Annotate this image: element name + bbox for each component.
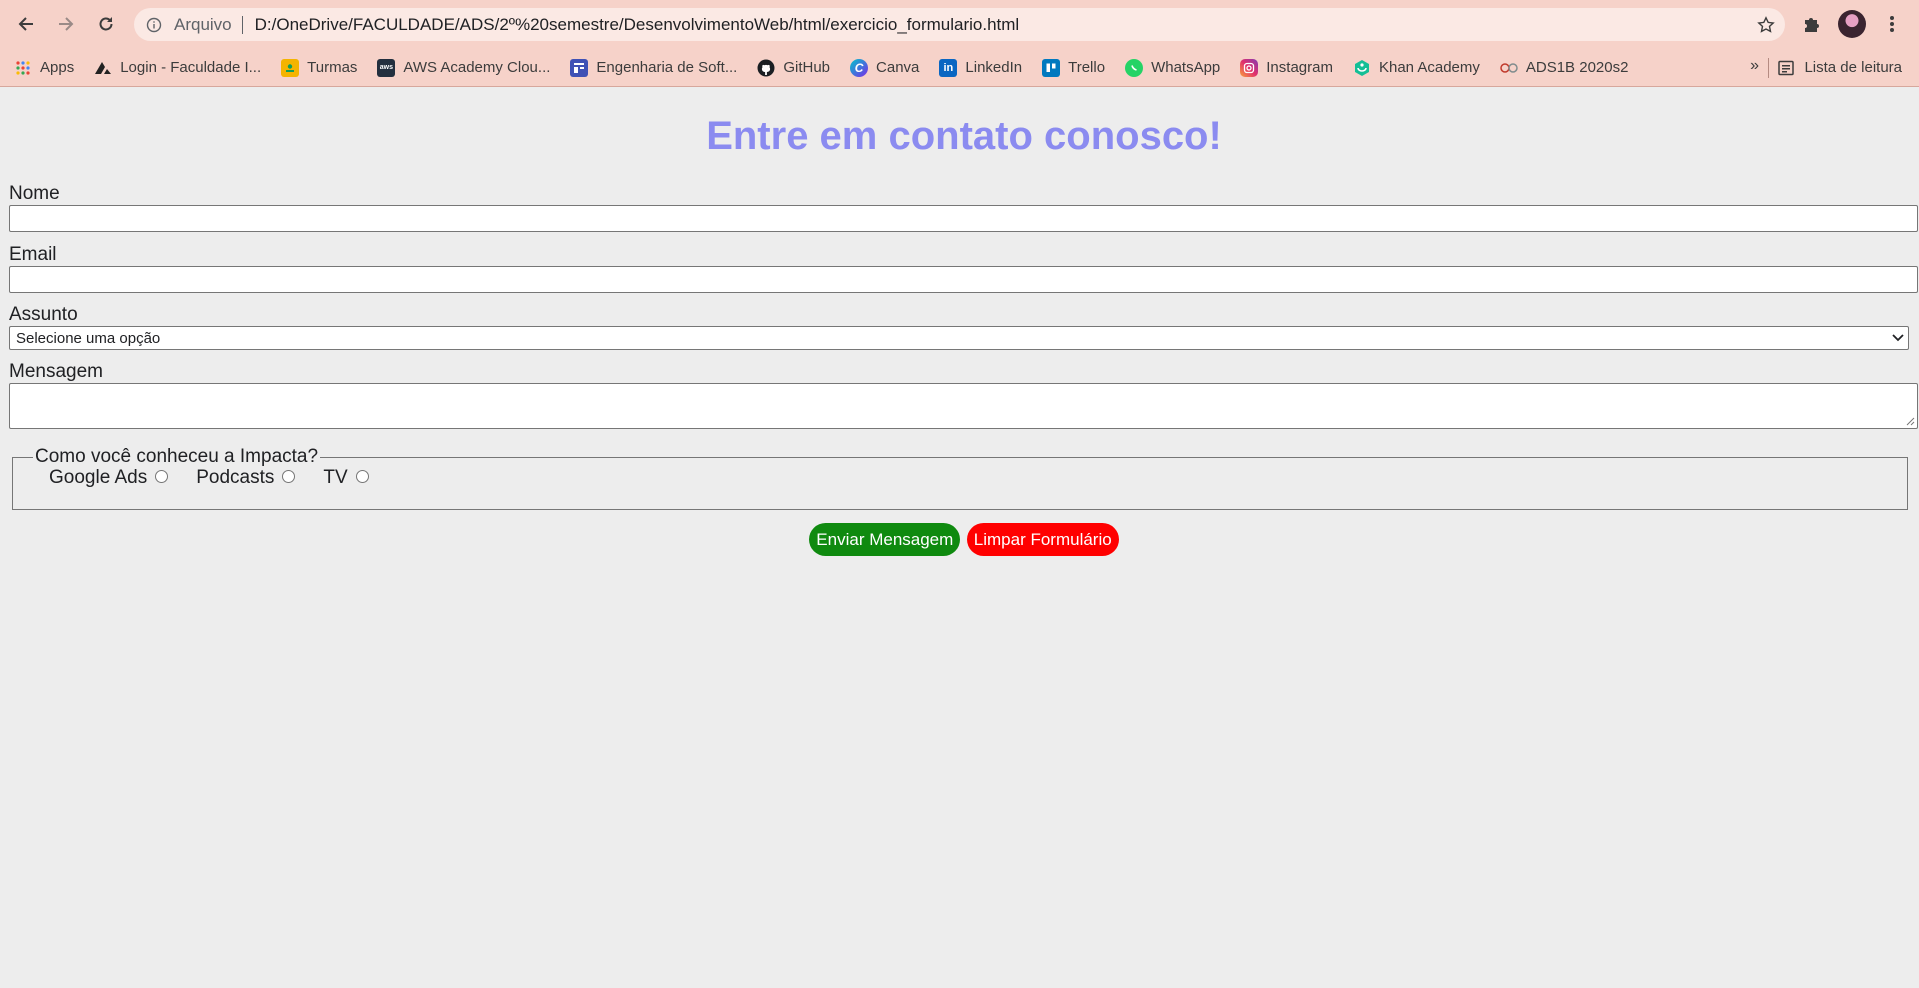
- site-info-label: Arquivo: [174, 14, 232, 34]
- bookmark-login-faculdade[interactable]: Login - Faculdade I...: [94, 59, 261, 77]
- message-textarea[interactable]: [9, 383, 1918, 429]
- more-vertical-icon: [1890, 16, 1894, 32]
- bookmarks-overflow-button[interactable]: »: [1750, 57, 1759, 75]
- forward-arrow-icon: [59, 17, 74, 31]
- subject-select[interactable]: Selecione uma opção: [9, 326, 1909, 350]
- page-title: Entre em contato conosco!: [706, 114, 1222, 158]
- bookmark-label: Canva: [876, 59, 920, 76]
- aws-icon: aws: [377, 58, 396, 77]
- send-message-button[interactable]: Enviar Mensagem: [809, 523, 961, 556]
- bookmark-canva[interactable]: C Canva: [850, 58, 920, 77]
- reload-icon: [99, 17, 113, 31]
- page-content: Entre em contato conosco! Nome Email Ass…: [0, 87, 1919, 556]
- apps-grid-icon: [14, 59, 32, 77]
- email-input[interactable]: [9, 266, 1918, 293]
- bookmark-label: Turmas: [307, 59, 358, 76]
- reading-list-icon: [1778, 60, 1795, 75]
- faculdade-logo-icon: [94, 59, 112, 77]
- bookmark-label: Login - Faculdade I...: [120, 59, 262, 76]
- radio-label: Podcasts: [196, 467, 275, 488]
- site-info-chip[interactable]: Arquivo: [146, 15, 232, 35]
- bookmark-label: AWS Academy Clou...: [403, 59, 551, 76]
- bookmark-turmas[interactable]: Turmas: [281, 58, 358, 77]
- forms-icon: [570, 58, 589, 77]
- bookmark-label: Apps: [40, 59, 75, 76]
- radio-google-ads[interactable]: Google Ads: [49, 467, 169, 489]
- subject-label: Assunto: [9, 304, 78, 325]
- bookmark-linkedin[interactable]: in LinkedIn: [939, 58, 1023, 77]
- source-radio-group: Google Ads Podcasts TV: [49, 467, 1907, 489]
- email-label: Email: [9, 244, 57, 265]
- contact-form: Nome Email Assunto Selecione uma opção M…: [9, 183, 1919, 556]
- address-bar[interactable]: Arquivo D:/OneDrive/FACULDADE/ADS/2º%20s…: [134, 8, 1785, 41]
- bookmark-star-icon[interactable]: [1757, 15, 1775, 34]
- bookmark-aws[interactable]: aws AWS Academy Clou...: [377, 58, 551, 77]
- clear-form-button[interactable]: Limpar Formulário: [966, 523, 1119, 556]
- bookmark-instagram[interactable]: Instagram: [1240, 58, 1333, 77]
- bookmark-label: WhatsApp: [1151, 59, 1221, 76]
- whatsapp-icon: [1125, 58, 1144, 77]
- resize-grip-icon[interactable]: [1906, 417, 1915, 426]
- radio-label: TV: [323, 467, 348, 488]
- linkedin-icon: in: [939, 58, 958, 77]
- bookmark-engenharia[interactable]: Engenharia de Soft...: [570, 58, 738, 77]
- khan-academy-icon: [1353, 59, 1371, 77]
- radio-tv[interactable]: TV: [323, 467, 369, 489]
- message-label: Mensagem: [9, 361, 103, 382]
- reading-list-button[interactable]: Lista de leitura: [1778, 48, 1902, 87]
- chevron-down-icon: [1892, 334, 1904, 342]
- trello-icon: [1042, 58, 1061, 77]
- radio-podcasts[interactable]: Podcasts: [196, 467, 296, 489]
- github-icon: [757, 59, 775, 77]
- bookmark-ads1b[interactable]: ADS1B 2020s2: [1500, 59, 1629, 77]
- toolbar-right: [1795, 7, 1909, 41]
- bookmarks-divider: [1768, 58, 1769, 78]
- bookmark-label: Engenharia de Soft...: [596, 59, 738, 76]
- bookmarks-bar: Apps Login - Faculdade I... Turmas aws A…: [0, 48, 1919, 87]
- bookmark-label: Instagram: [1266, 59, 1333, 76]
- bookmark-khan-academy[interactable]: Khan Academy: [1353, 59, 1480, 77]
- forward-button[interactable]: [49, 7, 83, 41]
- radio-button[interactable]: [155, 469, 169, 483]
- bookmark-label: Khan Academy: [1378, 59, 1480, 76]
- form-actions: Enviar Mensagem Limpar Formulário: [9, 523, 1919, 556]
- bookmark-label: GitHub: [783, 59, 831, 76]
- canva-icon: C: [850, 58, 869, 77]
- back-button[interactable]: [9, 7, 43, 41]
- avatar: [1838, 10, 1866, 38]
- puzzle-icon: [1805, 18, 1819, 32]
- reload-button[interactable]: [89, 7, 123, 41]
- source-fieldset: Como você conheceu a Impacta? Google Ads…: [12, 446, 1908, 510]
- menu-button[interactable]: [1875, 7, 1909, 41]
- bookmark-github[interactable]: GitHub: [757, 59, 830, 77]
- name-input[interactable]: [9, 205, 1918, 232]
- classroom-icon: [281, 58, 300, 77]
- name-label: Nome: [9, 183, 60, 204]
- url-text[interactable]: D:/OneDrive/FACULDADE/ADS/2º%20semestre/…: [255, 15, 1757, 35]
- info-icon: [146, 17, 162, 32]
- instagram-icon: [1240, 58, 1259, 77]
- bookmark-label: ADS1B 2020s2: [1525, 59, 1629, 76]
- browser-chrome: Arquivo D:/OneDrive/FACULDADE/ADS/2º%20s…: [0, 0, 1919, 87]
- bookmark-trello[interactable]: Trello: [1042, 58, 1106, 77]
- reading-list-label: Lista de leitura: [1804, 59, 1902, 76]
- radio-button[interactable]: [282, 469, 296, 483]
- bookmark-label: LinkedIn: [965, 59, 1023, 76]
- bookmark-label: Trello: [1068, 59, 1106, 76]
- omnibox-separator: [241, 15, 243, 34]
- fieldset-legend: Como você conheceu a Impacta?: [35, 446, 319, 467]
- extensions-button[interactable]: [1795, 7, 1829, 41]
- profile-button[interactable]: [1835, 7, 1869, 41]
- ads-icon: [1500, 59, 1518, 77]
- back-arrow-icon: [18, 17, 33, 31]
- subject-selected-value: Selecione uma opção: [16, 329, 161, 347]
- bookmark-whatsapp[interactable]: WhatsApp: [1125, 58, 1221, 77]
- browser-toolbar: Arquivo D:/OneDrive/FACULDADE/ADS/2º%20s…: [0, 0, 1919, 48]
- radio-button[interactable]: [355, 469, 369, 483]
- nav-buttons: [9, 7, 123, 41]
- bookmark-apps[interactable]: Apps: [14, 59, 74, 77]
- radio-label: Google Ads: [49, 467, 148, 488]
